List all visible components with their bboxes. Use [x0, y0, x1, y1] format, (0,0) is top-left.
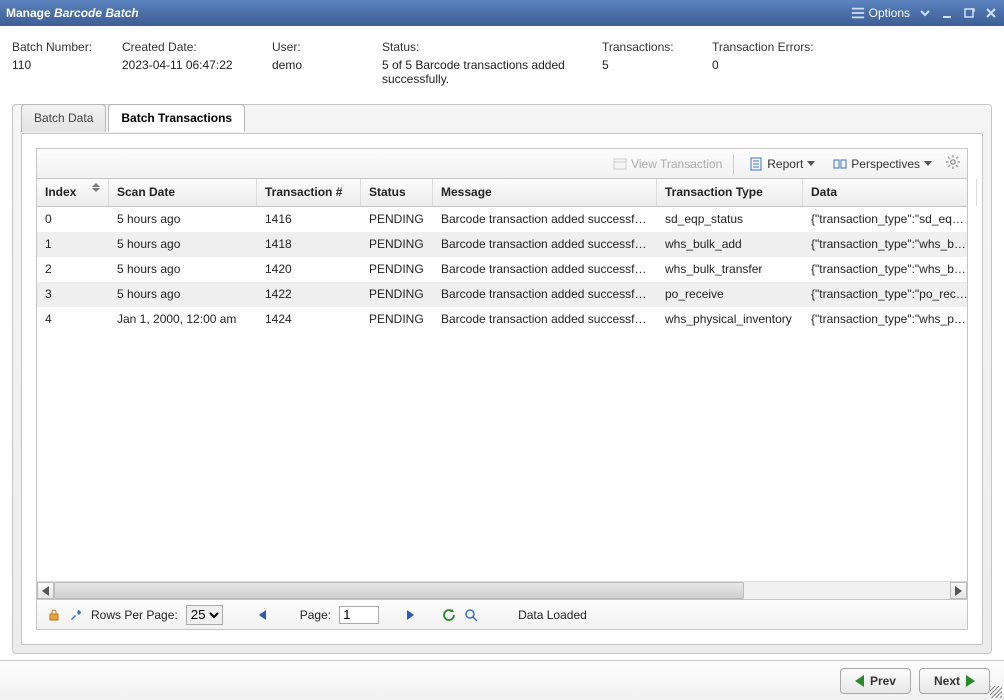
options-button[interactable]: Options	[851, 6, 910, 20]
prev-label: Prev	[870, 674, 896, 688]
grid-toolbar: View Transaction Report Perspectives	[37, 149, 967, 179]
options-label: Options	[869, 6, 910, 20]
report-label: Report	[767, 157, 803, 171]
scroll-thumb[interactable]	[54, 582, 744, 599]
arrow-left-icon	[855, 675, 864, 687]
tab-batch-transactions[interactable]: Batch Transactions	[108, 104, 245, 132]
batch-panel: Batch Data Batch Transactions View Trans…	[12, 104, 992, 654]
col-status[interactable]: Status	[361, 179, 433, 206]
view-icon	[613, 157, 627, 171]
col-transaction-num[interactable]: Transaction #	[257, 179, 361, 206]
view-transaction-button[interactable]: View Transaction	[606, 153, 729, 175]
scroll-right-arrow[interactable]	[950, 582, 967, 599]
table-row[interactable]: 3 5 hours ago 1422 PENDING Barcode trans…	[37, 282, 967, 307]
sort-icon[interactable]	[92, 183, 100, 192]
perspectives-icon	[833, 157, 847, 171]
report-button[interactable]: Report	[742, 153, 822, 175]
next-button[interactable]: Next	[919, 668, 990, 694]
created-date-label: Created Date:	[122, 40, 272, 54]
tab-batch-data[interactable]: Batch Data	[21, 104, 106, 132]
close-icon[interactable]	[984, 6, 998, 20]
transactions-grid: View Transaction Report Perspectives	[36, 148, 968, 630]
prev-button[interactable]: Prev	[840, 668, 911, 694]
title-entity: Barcode Batch	[54, 6, 139, 20]
resize-grip[interactable]	[990, 686, 1002, 698]
gear-icon[interactable]	[945, 154, 961, 173]
minimize-icon[interactable]	[940, 6, 954, 20]
col-transaction-type[interactable]: Transaction Type	[657, 179, 803, 206]
user-value: demo	[272, 58, 382, 72]
tab-strip: Batch Data Batch Transactions	[21, 103, 247, 131]
col-message[interactable]: Message	[433, 179, 657, 206]
maximize-icon[interactable]	[962, 6, 976, 20]
grid-rows: 0 5 hours ago 1416 PENDING Barcode trans…	[37, 207, 967, 581]
created-date-value: 2023-04-11 06:47:22	[122, 58, 272, 72]
transactions-value: 5	[602, 58, 712, 72]
table-row[interactable]: 1 5 hours ago 1418 PENDING Barcode trans…	[37, 232, 967, 257]
col-index[interactable]: Index	[37, 179, 109, 206]
page-prev-icon[interactable]	[259, 610, 266, 620]
col-scan-date[interactable]: Scan Date	[109, 179, 257, 206]
refresh-icon[interactable]	[442, 608, 456, 622]
view-transaction-label: View Transaction	[631, 157, 722, 171]
batch-number-label: Batch Number:	[12, 40, 122, 54]
title-prefix: Manage	[6, 6, 51, 20]
horizontal-scrollbar[interactable]	[37, 581, 967, 599]
page-label: Page:	[300, 608, 331, 622]
pager-bar: Rows Per Page: 25 Page: Data Loaded	[37, 599, 967, 629]
collapse-icon[interactable]	[918, 6, 932, 20]
table-row[interactable]: 0 5 hours ago 1416 PENDING Barcode trans…	[37, 207, 967, 232]
perspectives-label: Perspectives	[851, 157, 920, 171]
chevron-down-icon	[807, 161, 815, 166]
tab-body: View Transaction Report Perspectives	[21, 133, 983, 645]
perspectives-button[interactable]: Perspectives	[826, 153, 939, 175]
column-headers: Index Scan Date Transaction # Status Mes…	[37, 179, 967, 207]
lock-icon[interactable]	[47, 608, 61, 622]
table-row[interactable]: 4 Jan 1, 2000, 12:00 am 1424 PENDING Bar…	[37, 307, 967, 332]
chevron-down-icon	[924, 161, 932, 166]
footer-bar: Prev Next	[0, 660, 1004, 700]
user-label: User:	[272, 40, 382, 54]
toolbar-separator	[733, 154, 734, 174]
errors-value: 0	[712, 58, 862, 72]
pager-status: Data Loaded	[518, 608, 587, 622]
scroll-track[interactable]	[54, 582, 950, 599]
col-data[interactable]: Data	[803, 179, 977, 206]
window-titlebar: Manage Barcode Batch Options	[0, 0, 1004, 26]
table-row[interactable]: 2 5 hours ago 1420 PENDING Barcode trans…	[37, 257, 967, 282]
batch-number-value: 110	[12, 58, 122, 72]
search-icon[interactable]	[464, 608, 478, 622]
next-label: Next	[934, 674, 960, 688]
arrow-right-icon	[966, 675, 975, 687]
status-value: 5 of 5 Barcode transactions added succes…	[382, 58, 602, 86]
status-label: Status:	[382, 40, 602, 54]
rows-per-page-label: Rows Per Page:	[91, 608, 178, 622]
page-input[interactable]	[339, 606, 379, 624]
scroll-left-arrow[interactable]	[37, 582, 54, 599]
page-next-icon[interactable]	[407, 610, 414, 620]
transactions-label: Transactions:	[602, 40, 712, 54]
batch-info: Batch Number: 110 Created Date: 2023-04-…	[0, 26, 1004, 96]
errors-label: Transaction Errors:	[712, 40, 862, 54]
list-icon	[851, 6, 865, 20]
wrench-icon[interactable]	[69, 608, 83, 622]
rows-per-page-select[interactable]: 25	[186, 605, 223, 625]
report-icon	[749, 157, 763, 171]
window-title: Manage Barcode Batch	[6, 6, 139, 20]
